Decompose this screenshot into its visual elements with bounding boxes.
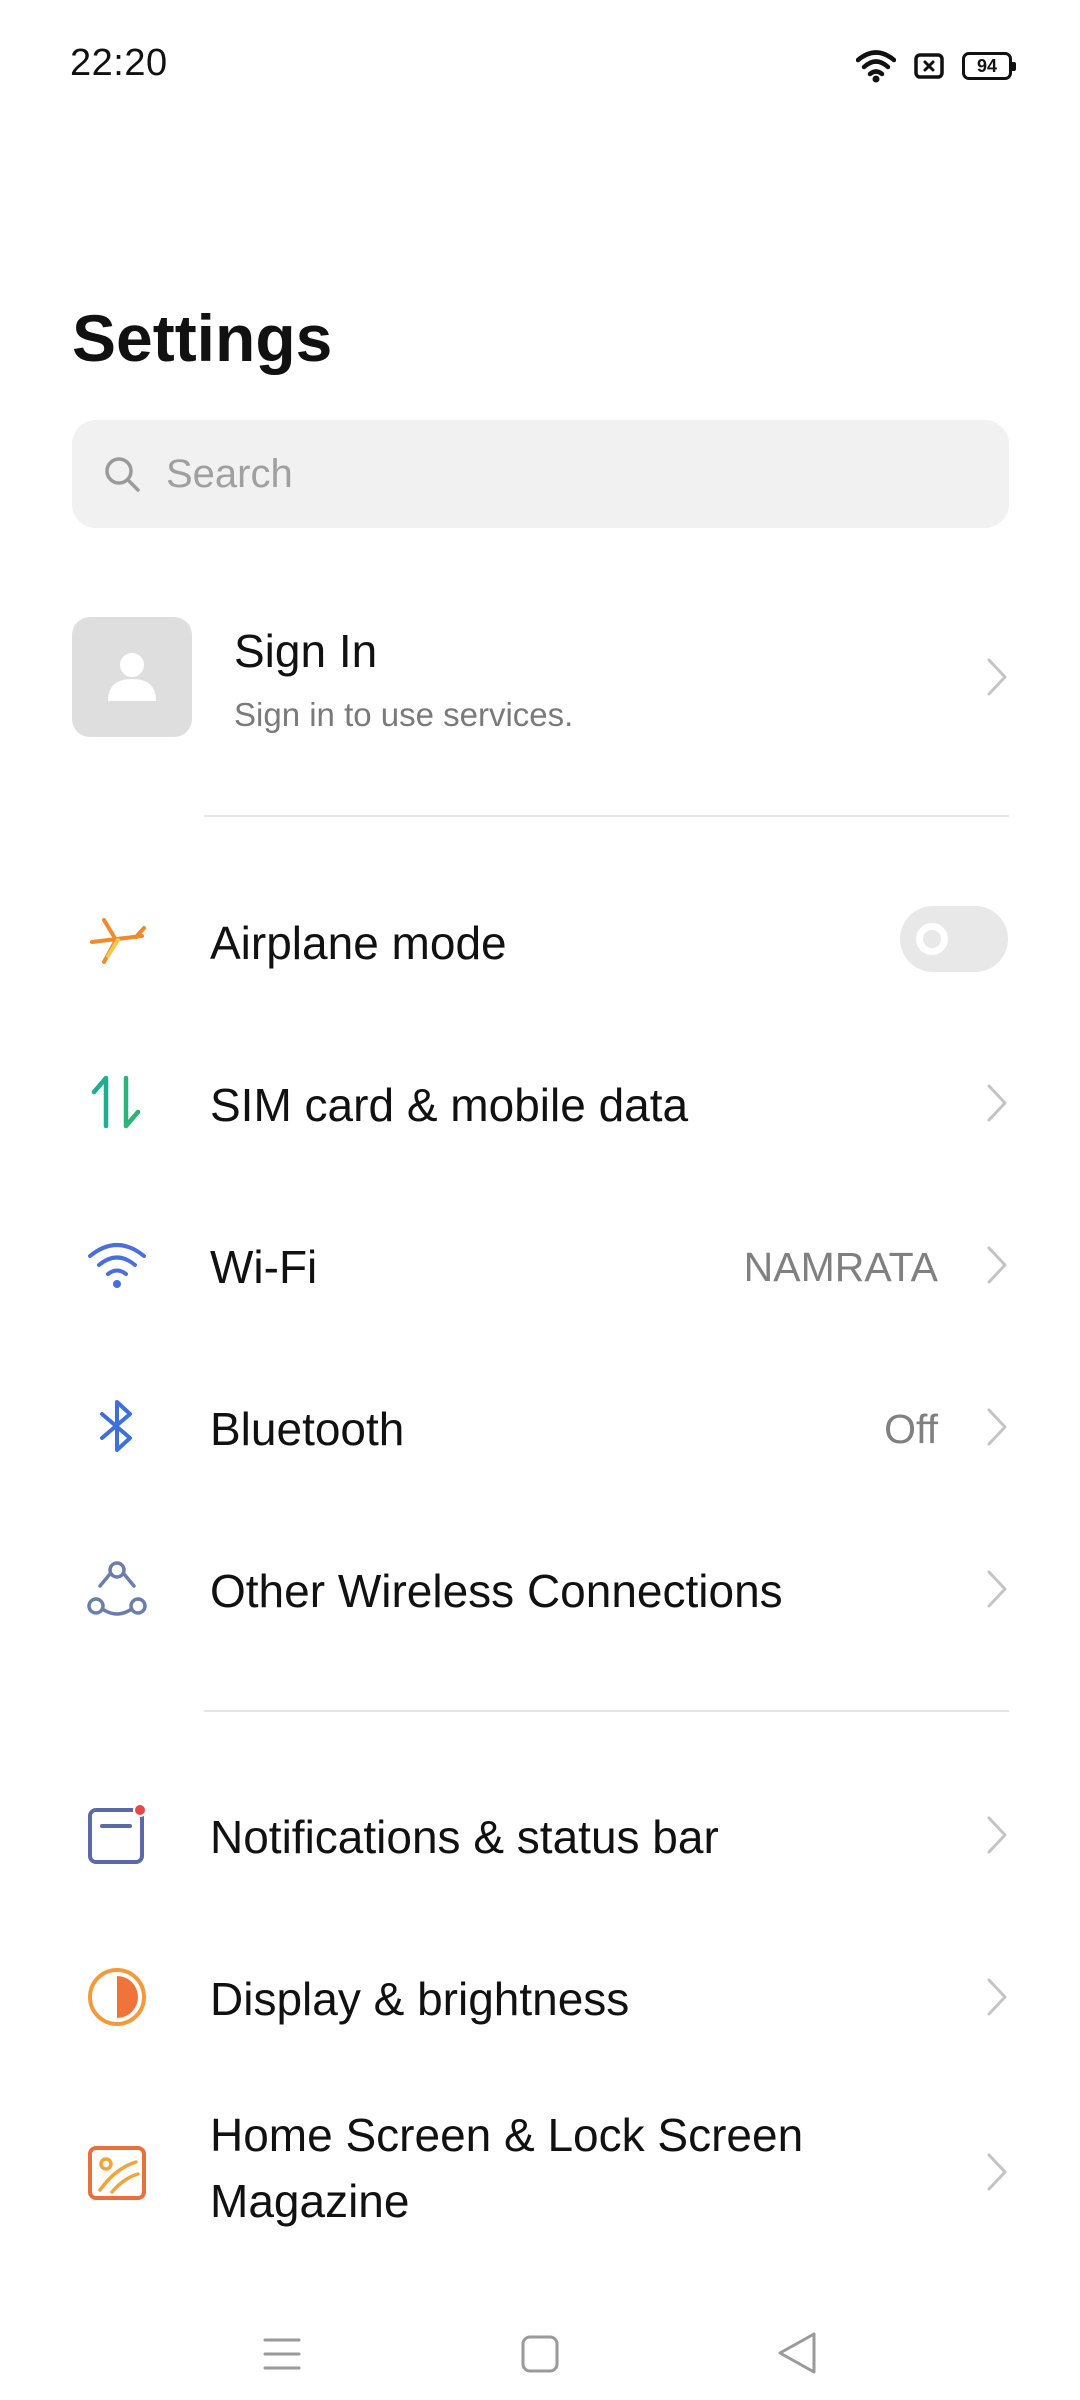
sim-card-item[interactable]: SIM card & mobile data	[0, 1022, 1080, 1184]
page-title: Settings	[72, 301, 333, 375]
navigation-bar	[0, 2300, 1080, 2400]
search-input[interactable]	[166, 451, 966, 497]
wifi-item[interactable]: Wi-Fi NAMRATA	[0, 1184, 1080, 1346]
sim-card-label: SIM card & mobile data	[210, 1079, 689, 1131]
back-icon[interactable]	[776, 2330, 818, 2376]
bluetooth-label: Bluetooth	[210, 1403, 405, 1455]
chevron-right-icon	[987, 658, 1007, 696]
sim-no-card-icon	[914, 53, 944, 79]
chevron-right-icon	[987, 1570, 1007, 1608]
chevron-right-icon	[987, 1978, 1007, 2016]
home-icon[interactable]	[520, 2334, 560, 2374]
battery-icon: 94	[962, 52, 1016, 80]
avatar	[72, 617, 192, 737]
display-brightness-icon	[88, 1968, 146, 2026]
chevron-right-icon	[987, 1408, 1007, 1446]
wifi-network-name: NAMRATA	[743, 1244, 938, 1290]
wifi-label: Wi-Fi	[210, 1241, 318, 1293]
notifications-item[interactable]: Notifications & status bar	[0, 1754, 1080, 1916]
sign-in-item[interactable]: Sign In Sign in to use services.	[0, 600, 1080, 754]
wallpaper-icon	[88, 2146, 146, 2200]
home-lock-screen-label: Home Screen & Lock Screen Magazine	[210, 2109, 804, 2227]
other-wireless-label: Other Wireless Connections	[210, 1565, 783, 1617]
status-time: 22:20	[70, 42, 168, 84]
wifi-icon	[88, 1243, 146, 1288]
chevron-right-icon	[987, 2153, 1007, 2191]
chevron-right-icon	[987, 1816, 1007, 1854]
search-box[interactable]	[72, 420, 1009, 528]
other-wireless-item[interactable]: Other Wireless Connections	[0, 1508, 1080, 1670]
bluetooth-item[interactable]: Bluetooth Off	[0, 1346, 1080, 1508]
airplane-icon	[90, 918, 146, 964]
mobile-data-icon	[91, 1075, 141, 1129]
chevron-right-icon	[987, 1084, 1007, 1122]
search-icon	[105, 457, 140, 492]
status-bar: 22:20 94	[0, 0, 1080, 132]
home-lock-screen-item[interactable]: Home Screen & Lock Screen Magazine	[0, 2078, 1080, 2268]
bluetooth-icon	[100, 1400, 132, 1452]
divider	[204, 1710, 1009, 1712]
display-brightness-item[interactable]: Display & brightness	[0, 1916, 1080, 2078]
connections-icon	[87, 1561, 147, 1616]
status-icons: 94	[856, 48, 1016, 84]
airplane-mode-label: Airplane mode	[210, 917, 507, 969]
wifi-icon	[856, 50, 896, 83]
menu-icon[interactable]	[262, 2336, 302, 2372]
display-brightness-label: Display & brightness	[210, 1973, 630, 2025]
divider	[204, 815, 1009, 817]
notifications-label: Notifications & status bar	[210, 1811, 719, 1863]
chevron-right-icon	[987, 1246, 1007, 1284]
user-icon	[108, 653, 156, 701]
sign-in-title: Sign In	[234, 625, 378, 677]
notifications-icon	[88, 1803, 147, 1864]
sign-in-subtitle: Sign in to use services.	[234, 696, 574, 733]
airplane-mode-item[interactable]: Airplane mode	[0, 860, 1080, 1022]
airplane-mode-toggle[interactable]	[900, 906, 1008, 972]
settings-screen: 22:20 94 Settings Search Sign In Sign in…	[0, 0, 1080, 2400]
bluetooth-status: Off	[884, 1406, 938, 1452]
